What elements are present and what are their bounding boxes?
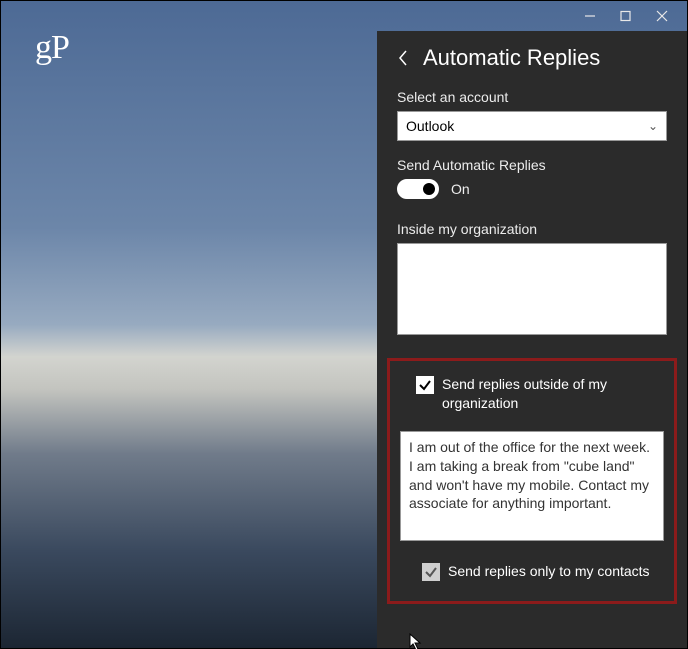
send-replies-toggle-row: On — [397, 179, 667, 199]
automatic-replies-panel: Automatic Replies Select an account Outl… — [377, 31, 687, 648]
outside-org-textarea[interactable] — [400, 431, 664, 541]
chevron-down-icon: ⌄ — [648, 119, 658, 133]
maximize-button[interactable] — [619, 9, 633, 23]
toggle-knob — [423, 183, 435, 195]
send-replies-label: Send Automatic Replies — [397, 157, 667, 173]
contacts-only-checkbox-label: Send replies only to my contacts — [448, 562, 650, 581]
outside-org-section: Send replies outside of my organization … — [387, 358, 677, 604]
account-select-value: Outlook — [406, 118, 454, 134]
back-button[interactable] — [397, 47, 413, 69]
inside-org-label: Inside my organization — [397, 221, 667, 237]
contacts-only-checkbox[interactable] — [422, 563, 440, 581]
minimize-button[interactable] — [583, 9, 597, 23]
send-replies-toggle[interactable] — [397, 179, 439, 199]
titlebar — [583, 1, 687, 31]
panel-title: Automatic Replies — [423, 45, 600, 71]
outside-org-checkbox[interactable] — [416, 376, 434, 394]
outside-org-checkbox-row: Send replies outside of my organization — [400, 375, 664, 413]
panel-header: Automatic Replies — [397, 45, 667, 71]
brand-logo: gP — [35, 29, 69, 67]
toggle-state-label: On — [451, 181, 470, 197]
account-select[interactable]: Outlook ⌄ — [397, 111, 667, 141]
account-label: Select an account — [397, 89, 667, 105]
contacts-only-checkbox-row: Send replies only to my contacts — [400, 562, 664, 581]
inside-org-textarea[interactable] — [397, 243, 667, 335]
app-window: gP Automatic Replies Select an account O… — [0, 0, 688, 649]
outside-org-checkbox-label: Send replies outside of my organization — [442, 375, 664, 413]
close-button[interactable] — [655, 9, 669, 23]
